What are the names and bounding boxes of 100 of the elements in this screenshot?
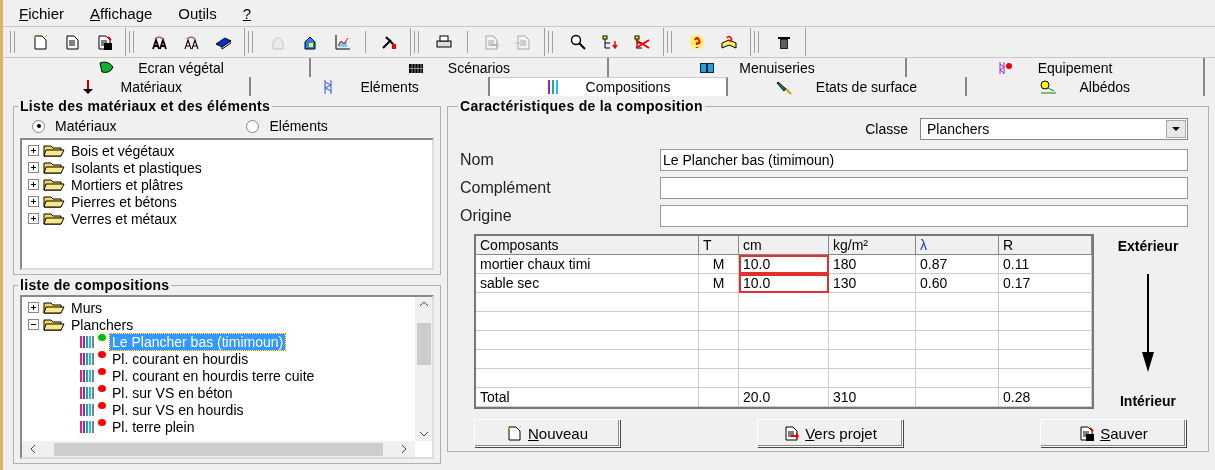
save-icon [96,34,112,50]
scrollbar-thumb[interactable] [54,442,383,456]
save-icon [1078,425,1095,441]
empty-cell [699,312,739,331]
help-icon [689,34,705,50]
empty-cell [699,369,739,388]
expand-icon[interactable] [28,145,39,156]
tree-item[interactable]: Pierres et bétons [69,193,179,210]
tree-item[interactable]: Pl. sur VS en hourdis [110,401,246,418]
composition-icon [80,385,94,400]
toolbar-grip[interactable] [129,31,134,53]
field-label: Origine [460,207,513,225]
expand-icon[interactable] [28,213,39,224]
scroll-down-icon[interactable] [418,431,429,437]
tree-item[interactable]: Pl. terre plein [110,418,197,435]
table-cell: 310 [829,388,916,407]
toolbar-grip[interactable] [667,31,672,53]
table-cell: Total [476,388,699,407]
house-icon [302,34,318,50]
horizontal-scrollbar[interactable] [22,441,415,457]
tree-item[interactable]: Mortiers et plâtres [69,176,186,193]
toolbar-grip[interactable] [754,31,759,53]
tree-item[interactable]: Isolants et plastiques [69,159,204,176]
input-field[interactable] [660,205,1188,227]
tree-item[interactable]: Pl. courant en hourdis terre cuite [110,367,317,384]
folder-icon [43,161,65,174]
printer-icon [436,34,452,50]
composition-icon [80,368,94,383]
expand-icon[interactable] [28,179,39,190]
tree-item[interactable]: Murs [69,299,105,316]
table-cell: 0.60 [916,274,999,293]
document-icon [64,34,80,50]
search-icon [570,34,586,50]
toolbar-grip[interactable] [248,31,253,53]
table-cell: M [699,255,739,274]
folder-icon [43,144,65,157]
font-icon [151,34,167,50]
action-button[interactable]: Vers projet [757,419,903,447]
column-header: cm [739,236,829,255]
collapse-icon[interactable] [28,319,39,330]
tree-item[interactable]: Verres et métaux [69,210,179,227]
tree-icon [602,34,618,50]
table-cell: 0.28 [999,388,1092,407]
new-document-icon [32,34,48,50]
tab[interactable]: Compositions [489,77,729,96]
field-label: Complément [460,179,552,197]
help-book-icon [721,34,737,50]
composition-icon [80,419,94,434]
tree-delete-icon [634,34,650,50]
folder-icon [43,195,65,208]
tree-item[interactable]: Bois et végétaux [69,142,177,159]
caret-icon [1172,127,1180,131]
folder-icon [43,178,65,191]
empty-cell [699,350,739,369]
menu-item[interactable]: Affichage [90,5,153,23]
radio-option[interactable]: Matériaux [32,118,117,134]
column-header: Composants [476,236,699,255]
menu-item[interactable]: Outils [178,5,217,23]
table-cell: M [699,274,739,293]
toolbar-grip[interactable] [548,31,553,53]
panel-title: Caractéristiques de la composition [458,98,705,114]
new-document-icon [505,425,522,441]
menu-item[interactable]: Fichier [19,5,65,23]
tree-item[interactable]: Planchers [69,316,136,333]
action-button[interactable]: Sauver [1040,419,1186,447]
scrollbar-thumb[interactable] [416,323,431,365]
toolbar-grip[interactable] [10,31,15,53]
vertical-scrollbar[interactable] [415,297,432,441]
input-field[interactable] [660,177,1188,199]
table-cell: 0.87 [916,255,999,274]
interior-label: Intérieur [1120,393,1176,409]
class-dropdown[interactable]: Planchers [920,118,1188,140]
folder-icon [43,318,65,331]
action-button[interactable]: Nouveau [474,419,620,447]
field-label: Nom [460,151,495,169]
table-cell: 10.0 [739,274,829,293]
table-cell: sable sec [476,274,699,293]
tree-item[interactable]: Pl. sur VS en béton [110,384,235,401]
scroll-left-icon[interactable] [30,444,36,454]
table-cell: 130 [829,274,916,293]
export-icon [483,34,499,50]
tree-item[interactable]: Pl. courant en hourdis [110,350,251,367]
radio-button[interactable] [246,119,260,133]
table-cell: 180 [829,255,916,274]
sun-ground-icon [1039,78,1056,95]
input-field[interactable]: Le Plancher bas (timimoun) [660,149,1188,171]
expand-icon[interactable] [28,162,39,173]
toolbar-grip[interactable] [414,31,419,53]
expand-icon[interactable] [28,196,39,207]
column-header: kg/m² [829,236,916,255]
scroll-right-icon[interactable] [401,444,407,454]
field-label: Classe [865,121,908,137]
radio-button[interactable] [32,119,45,133]
radio-option[interactable]: Eléments [246,118,328,134]
menu-item[interactable]: ? [242,5,251,23]
table-cell: 0.11 [999,255,1092,274]
wall-dot-icon [997,59,1014,76]
expand-icon[interactable] [28,302,39,313]
scroll-up-icon[interactable] [418,301,429,307]
column-header: λ [916,236,999,255]
